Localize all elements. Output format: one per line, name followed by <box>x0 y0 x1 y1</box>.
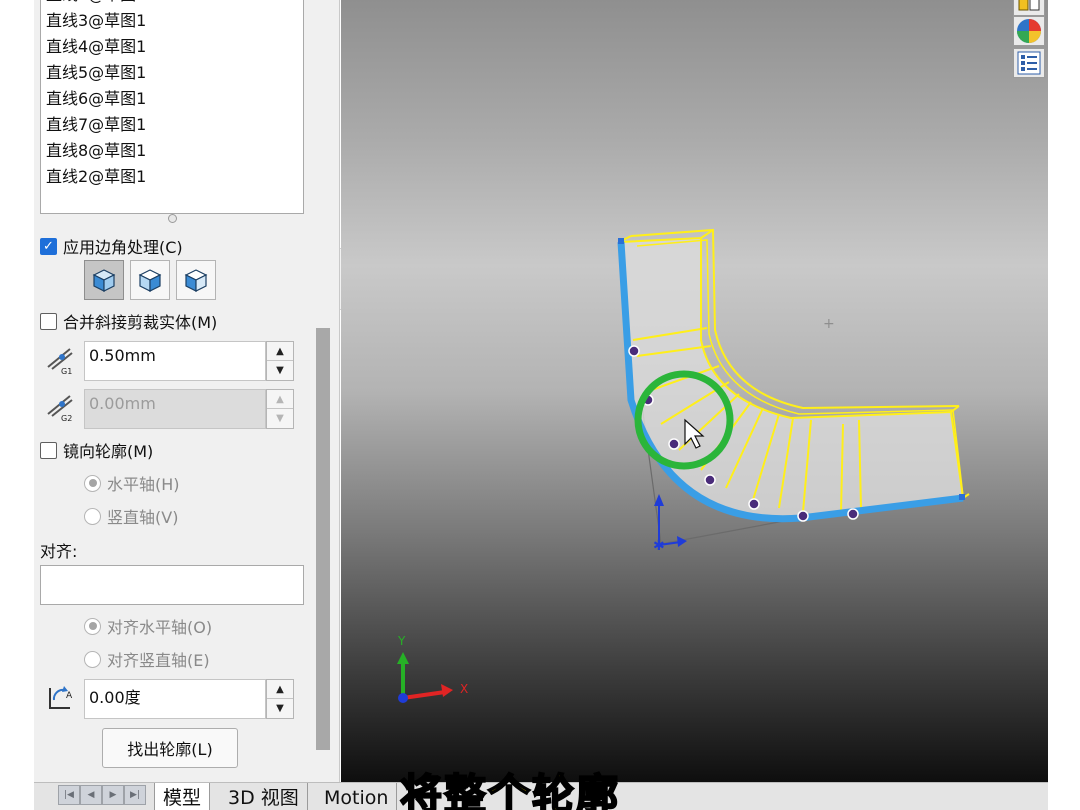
tab-model[interactable]: 模型 <box>154 783 211 810</box>
gap-g1-icon: G1 <box>47 348 73 375</box>
left-margin <box>0 0 34 810</box>
triad-y-label: Y <box>397 634 406 648</box>
list-item[interactable]: 直线1@草图1 <box>46 0 146 8</box>
endpoint-marker <box>618 238 624 244</box>
checkbox-icon[interactable] <box>40 312 57 330</box>
list-item[interactable]: 直线7@草图1 <box>46 112 146 138</box>
spin-down-icon: ▼ <box>276 413 284 424</box>
profile-list[interactable]: 直线1@草图1 直线3@草图1 直线4@草图1 直线5@草图1 直线6@草图1 … <box>40 0 304 214</box>
triad-x-label: X <box>460 682 468 696</box>
end-miter-icon <box>138 269 162 292</box>
ref-origin-star: ✱ <box>653 538 665 554</box>
align-vertical-radio: 对齐竖直轴(E) <box>84 647 210 671</box>
rotate-angle-icon: A <box>49 686 73 709</box>
video-subtitle-caption: 将整个轮廓 <box>399 769 621 810</box>
align-vertical-label: 对齐竖直轴(E) <box>107 651 210 670</box>
model-scene: + ✱ Y X <box>397 228 970 703</box>
display-pane-tool[interactable] <box>1013 16 1045 46</box>
tab-navigation: |◀ ◀ ▶ ▶| <box>58 785 146 805</box>
scene-list-tool[interactable] <box>1013 48 1045 78</box>
endpoint-marker <box>959 494 965 500</box>
triad-x-axis <box>402 690 446 700</box>
alignment-selection-box[interactable] <box>40 565 304 605</box>
prev-tab-icon[interactable]: ◀ <box>80 785 102 805</box>
last-tab-icon[interactable]: ▶| <box>124 785 146 805</box>
corner-treatment-end-miter-button[interactable] <box>130 260 170 300</box>
next-tab-icon[interactable]: ▶ <box>102 785 124 805</box>
panel-scrollbar[interactable] <box>316 328 330 750</box>
mirror-profile-checkbox-row[interactable]: 镜向轮廓(M) <box>40 438 153 462</box>
property-panel: 直线1@草图1 直线3@草图1 直线4@草图1 直线5@草图1 直线6@草图1 … <box>34 0 340 782</box>
vertical-axis-radio: 竖直轴(V) <box>84 504 178 528</box>
spin-down-icon[interactable]: ▼ <box>267 361 293 380</box>
origin-marker: + <box>823 316 835 332</box>
radio-icon <box>84 617 101 635</box>
list-item[interactable]: 直线2@草图1 <box>46 164 146 190</box>
scene-icon <box>1017 51 1041 75</box>
align-horizontal-radio: 对齐水平轴(O) <box>84 614 212 638</box>
spin-down-icon[interactable]: ▼ <box>267 699 293 718</box>
gap-g1-sub: G1 <box>61 367 72 375</box>
appearance-tool[interactable] <box>1013 0 1045 16</box>
merge-miter-checkbox-row[interactable]: 合并斜接剪裁实体(M) <box>40 309 217 333</box>
display-pane-icon <box>1017 19 1041 43</box>
corner-treatment-end-butt-button[interactable] <box>176 260 216 300</box>
gap-g2-spinner: ▲ ▼ <box>266 389 294 429</box>
tab-3d-view[interactable]: 3D 视图 <box>220 783 308 810</box>
find-profile-button[interactable]: 找出轮廓(L) <box>102 728 238 768</box>
align-horizontal-label: 对齐水平轴(O) <box>107 618 213 637</box>
apply-corner-checkbox-row[interactable]: ✓ 应用边角处理(C) <box>40 234 183 258</box>
rotation-spinner[interactable]: ▲ ▼ <box>266 679 294 719</box>
spin-up-icon[interactable]: ▲ <box>267 342 293 361</box>
gap-g2-icon: G2 <box>47 395 73 422</box>
mirror-profile-label: 镜向轮廓(M) <box>63 442 154 461</box>
checkbox-icon[interactable] <box>40 441 57 459</box>
check-icon[interactable]: ✓ <box>40 237 57 255</box>
gap-g2-sub: G2 <box>61 414 72 422</box>
spin-up-icon[interactable]: ▲ <box>267 680 293 699</box>
tab-motion[interactable]: Motion <box>316 783 398 810</box>
list-item[interactable]: 直线6@草图1 <box>46 86 146 112</box>
list-resize-handle[interactable] <box>168 214 177 223</box>
radio-icon <box>84 507 101 525</box>
list-item[interactable]: 直线4@草图1 <box>46 34 146 60</box>
spin-up-icon: ▲ <box>267 390 293 409</box>
gap-g2-input: 0.00mm <box>84 389 266 429</box>
vertical-axis-label: 竖直轴(V) <box>107 508 179 527</box>
appearance-icon <box>1018 0 1040 11</box>
gap-g1-input[interactable]: 0.50mm <box>84 341 266 381</box>
list-item[interactable]: 直线3@草图1 <box>46 8 146 34</box>
right-margin <box>1048 0 1080 810</box>
apply-corner-label: 应用边角处理(C) <box>63 238 183 257</box>
rotation-sub: A <box>66 691 73 701</box>
radio-icon <box>84 650 101 668</box>
corner-treatment-end-trim-button[interactable] <box>84 260 124 300</box>
radio-icon <box>84 474 101 492</box>
end-trim-icon <box>92 269 116 292</box>
rotation-angle-input[interactable]: 0.00度 <box>84 679 266 719</box>
end-butt-icon <box>184 269 208 292</box>
horizontal-axis-label: 水平轴(H) <box>107 475 180 494</box>
graphics-viewport[interactable]: + ✱ Y X <box>341 0 1048 782</box>
first-tab-icon[interactable]: |◀ <box>58 785 80 805</box>
alignment-label: 对齐: <box>40 542 78 561</box>
list-item[interactable]: 直线5@草图1 <box>46 60 146 86</box>
merge-miter-label: 合并斜接剪裁实体(M) <box>63 313 218 332</box>
triad-z-axis <box>398 693 408 703</box>
gap-g1-spinner[interactable]: ▲ ▼ <box>266 341 294 381</box>
list-item[interactable]: 直线8@草图1 <box>46 138 146 164</box>
horizontal-axis-radio: 水平轴(H) <box>84 471 180 495</box>
